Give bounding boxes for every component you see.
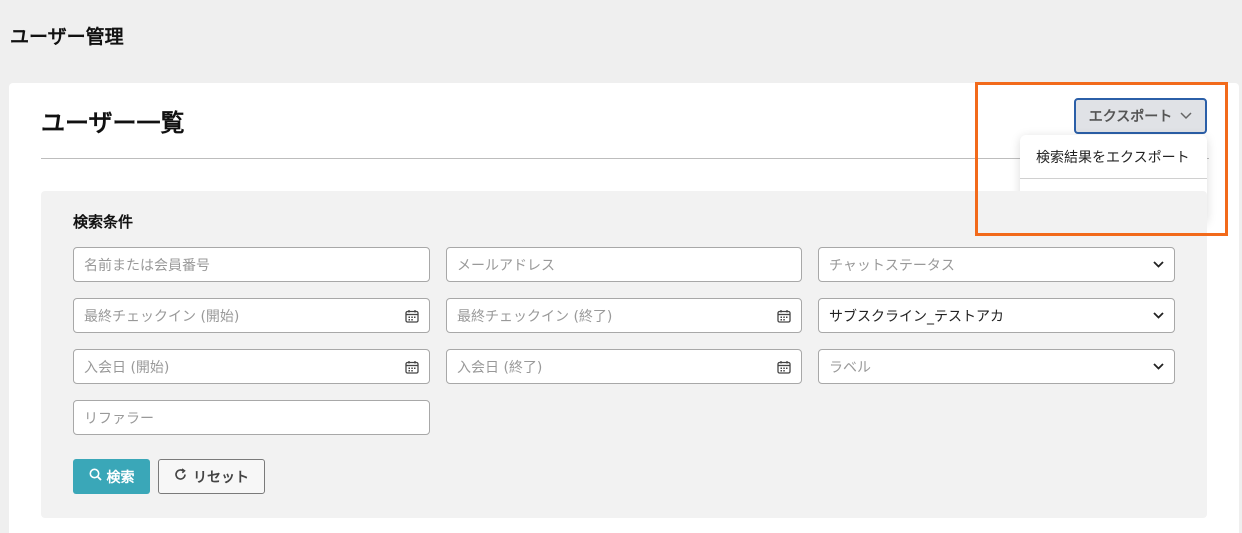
- calendar-icon[interactable]: [405, 360, 419, 374]
- calendar-icon[interactable]: [405, 309, 419, 323]
- user-list-card: ユーザー一覧 エクスポート 検索結果をエクスポート 全件をエクスポート 検索条件…: [9, 83, 1239, 533]
- name-or-member-number-placeholder: 名前または会員番号: [84, 257, 210, 274]
- export-button-label: エクスポート: [1088, 109, 1173, 125]
- search-button-label: 検索: [106, 469, 135, 486]
- export-button[interactable]: エクスポート: [1074, 98, 1207, 134]
- last-checkin-start-placeholder: 最終チェックイン (開始): [84, 308, 240, 325]
- join-date-start-placeholder: 入会日 (開始): [84, 359, 170, 376]
- search-panel: 検索条件 名前または会員番号 メールアドレス チャットステータス 最終チェックイ…: [41, 191, 1207, 518]
- last-checkin-end-placeholder: 最終チェックイン (終了): [457, 308, 613, 325]
- reset-button-label: リセット: [193, 469, 249, 486]
- join-date-end-input[interactable]: 入会日 (終了): [446, 349, 802, 384]
- chevron-down-icon: [1153, 359, 1164, 374]
- search-panel-title: 検索条件: [73, 213, 134, 231]
- referrer-placeholder: リファラー: [84, 410, 154, 427]
- join-date-end-placeholder: 入会日 (終了): [457, 359, 543, 376]
- reset-button[interactable]: リセット: [158, 459, 265, 494]
- subscription-value: サブスクライン_テストアカ: [829, 308, 1004, 325]
- label-select[interactable]: ラベル: [818, 349, 1175, 384]
- card-title: ユーザー一覧: [41, 109, 185, 137]
- chat-status-select[interactable]: チャットステータス: [818, 247, 1175, 282]
- page-title: ユーザー管理: [10, 26, 124, 48]
- refresh-icon: [174, 468, 187, 485]
- join-date-start-input[interactable]: 入会日 (開始): [73, 349, 430, 384]
- chat-status-placeholder: チャットステータス: [829, 257, 955, 274]
- label-placeholder: ラベル: [829, 359, 871, 376]
- chevron-down-icon: [1153, 308, 1164, 323]
- calendar-icon[interactable]: [777, 309, 791, 323]
- chevron-down-icon: [1153, 257, 1164, 272]
- email-input[interactable]: メールアドレス: [446, 247, 802, 282]
- name-or-member-number-input[interactable]: 名前または会員番号: [73, 247, 430, 282]
- chevron-down-icon: [1180, 109, 1192, 123]
- menu-item-export-results[interactable]: 検索結果をエクスポート: [1020, 135, 1207, 178]
- last-checkin-start-input[interactable]: 最終チェックイン (開始): [73, 298, 430, 333]
- email-placeholder: メールアドレス: [457, 257, 555, 274]
- subscription-select[interactable]: サブスクライン_テストアカ: [818, 298, 1175, 333]
- referrer-input[interactable]: リファラー: [73, 400, 430, 435]
- search-button[interactable]: 検索: [73, 459, 150, 494]
- last-checkin-end-input[interactable]: 最終チェックイン (終了): [446, 298, 802, 333]
- calendar-icon[interactable]: [777, 360, 791, 374]
- search-icon: [89, 468, 102, 485]
